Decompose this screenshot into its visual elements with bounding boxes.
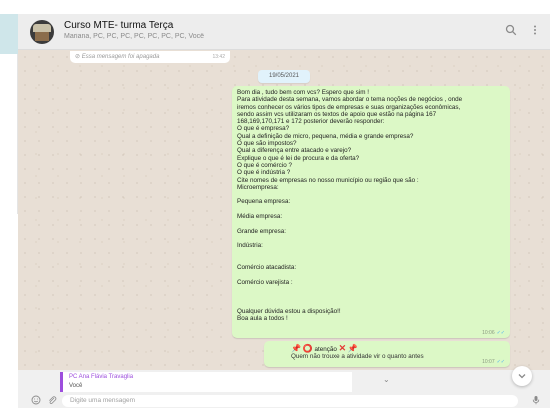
read-ticks-icon-2: ✓✓	[496, 359, 505, 365]
message-line	[237, 250, 505, 257]
message-body: Bom dia , tudo bem com vcs? Espero que s…	[237, 89, 505, 323]
message-line: iremos conhecer os vários tipos de empre…	[237, 103, 461, 111]
message-line: Para atividade desta semana, vamos abord…	[237, 96, 463, 104]
attach-paperclip-icon[interactable]	[46, 395, 58, 407]
chat-messages-area[interactable]: ⊘ Essa mensagem foi apagada 13:42 19/05/…	[18, 50, 550, 370]
message-2-timestamp: 10:07 ✓✓	[482, 359, 505, 365]
left-panel-strip	[0, 14, 18, 408]
avatar-image-roof	[33, 24, 51, 32]
message-line: Comércio varejista :	[237, 278, 293, 286]
message-2-attention-text: atenção	[314, 346, 337, 353]
message-line: O que é comércio ?	[237, 161, 292, 169]
message-line: Grande empresa:	[237, 227, 287, 235]
message-bubble-outgoing-2[interactable]: 📌 ⭕ atenção ✕ 📌 Quem não trouxe a ativid…	[264, 341, 510, 367]
reply-quote-card[interactable]: PC Ana Flávia Travaglia Você ⌄	[60, 372, 390, 392]
compose-bar: Digite uma mensagem	[18, 394, 550, 408]
message-line: Indústria:	[237, 242, 263, 250]
message-timestamp: 10:06 ✓✓	[482, 330, 505, 336]
date-separator: 19/05/2021	[258, 70, 310, 83]
message-line	[237, 301, 505, 308]
blocked-icon: ⊘	[75, 54, 82, 60]
message-line	[237, 286, 505, 293]
message-line: Qual a definição de micro, pequena, médi…	[237, 132, 414, 140]
reply-preview-bar: PC Ana Flávia Travaglia Você ⌄	[18, 370, 550, 394]
red-circle-icon: ⭕	[302, 344, 313, 353]
deleted-message-time: 13:42	[212, 54, 225, 60]
window-top-strip	[0, 0, 550, 14]
message-line: Comércio atacadista:	[237, 264, 297, 272]
chat-list-edge	[4, 54, 18, 214]
chat-members: Mariana, PC, PC, PC, PC, PC, PC, PC, Voc…	[64, 33, 205, 40]
message-line: Bom dia , tudo bem com vcs? Espero que s…	[237, 89, 369, 96]
search-icon[interactable]	[504, 24, 518, 38]
cross-mark-icon: ✕	[338, 343, 347, 353]
chevron-down-icon[interactable]: ⌄	[383, 375, 390, 384]
reply-you-label: Você	[69, 383, 83, 389]
message-2-line-2: Quem não trouxe a atividade vir o quanto…	[291, 353, 424, 360]
message-bubble-outgoing[interactable]: Bom dia , tudo bem com vcs? Espero que s…	[232, 86, 510, 338]
message-line	[237, 220, 505, 227]
message-line: Explique o que é lei de procura e da ofe…	[237, 154, 360, 162]
message-line	[237, 257, 505, 264]
group-avatar[interactable]	[30, 20, 54, 44]
pushpin-icon: 📌	[291, 344, 301, 353]
message-line: Qual a diferença entre atacado e varejo?	[237, 147, 352, 155]
message-line	[237, 206, 505, 213]
menu-kebab-icon[interactable]	[528, 24, 542, 38]
message-2-line-1: 📌 ⭕ atenção ✕ 📌	[269, 343, 505, 354]
message-line	[237, 191, 505, 198]
message-line	[237, 271, 505, 278]
message-line: Média empresa:	[237, 213, 283, 221]
emoji-icon[interactable]	[30, 395, 42, 407]
message-line: Boa aula a todos !	[237, 315, 288, 323]
message-input[interactable]: Digite uma mensagem	[62, 395, 518, 407]
message-line: 168,169,170,171 e 172 posterior deverão …	[237, 118, 385, 126]
reply-author: PC Ana Flávia Travaglia	[69, 374, 134, 380]
message-line: Microempresa:	[237, 183, 279, 191]
message-line: Pequena empresa:	[237, 198, 291, 206]
message-line: sendo assim vcs utilizaram os textos de …	[237, 110, 437, 118]
message-line	[237, 293, 505, 300]
microphone-icon[interactable]	[530, 395, 542, 407]
message-line	[237, 235, 505, 242]
message-line: Qualquer dúvida estou a disposição!!	[237, 307, 341, 315]
message-line: O que é indústria ?	[237, 169, 291, 177]
avatar-image-body	[35, 32, 49, 41]
message-time: 10:06	[482, 330, 495, 336]
chat-title[interactable]: Curso MTE- turma Terça	[64, 20, 173, 31]
left-panel-header	[0, 14, 18, 54]
read-ticks-icon: ✓✓	[496, 330, 505, 336]
pushpin-icon-2: 📌	[347, 344, 358, 353]
deleted-message-text: Essa mensagem foi apagada	[81, 54, 160, 60]
message-line: O que são impostos?	[237, 140, 297, 148]
deleted-message: ⊘ Essa mensagem foi apagada 13:42	[70, 51, 230, 63]
chat-header[interactable]: Curso MTE- turma Terça Mariana, PC, PC, …	[18, 14, 550, 50]
message-line: O que é empresa?	[237, 125, 290, 133]
message-line: Cite nomes de empresas no nosso municípi…	[237, 176, 419, 184]
message-2-time: 10:07	[482, 359, 495, 365]
scroll-down-button[interactable]	[512, 366, 532, 386]
app-window: Curso MTE- turma Terça Mariana, PC, PC, …	[0, 0, 550, 408]
